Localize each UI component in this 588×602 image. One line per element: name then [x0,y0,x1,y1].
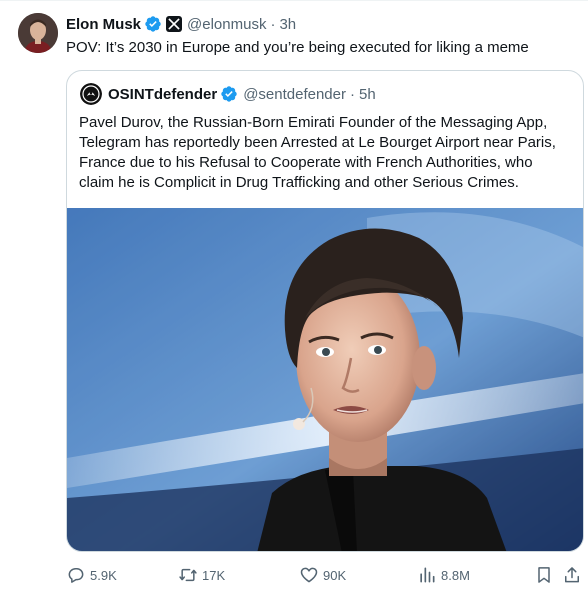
heart-icon [300,567,318,583]
quoted-tweet-header: OSINTdefender @sentdefender · 5h [108,84,376,104]
share-button[interactable] [562,563,582,587]
bookmark-button[interactable] [534,563,554,587]
repost-icon [179,568,197,582]
tweet-text: POV: It’s 2030 in Europe and you’re bein… [66,39,529,56]
osint-logo-icon [80,83,102,105]
quoted-text-line: Telegram has reportedly been Arrested at… [79,134,556,151]
quoted-tweet-text: Pavel Durov, the Russian-Born Emirati Fo… [79,113,573,193]
bookmark-icon [538,567,550,583]
reply-icon [68,568,84,583]
quoted-author-name[interactable]: OSINTdefender [108,86,217,103]
tweet[interactable]: Elon Musk @elonmusk · 3h POV: It’s 2030 … [0,0,588,602]
header-separator: · [270,15,276,33]
quoted-tweet[interactable]: OSINTdefender @sentdefender · 5h Pavel D… [66,70,584,552]
reply-button[interactable]: 5.9K [66,563,117,587]
quoted-tweet-photo[interactable] [67,208,583,551]
author-avatar[interactable] [18,13,58,53]
repost-button[interactable]: 17K [178,563,225,587]
quoted-author-avatar[interactable] [80,83,102,105]
quoted-author-handle[interactable]: @sentdefender [243,86,346,103]
author-name[interactable]: Elon Musk [66,16,141,33]
share-icon [565,567,579,583]
like-count: 90K [323,567,347,583]
views-button[interactable]: 8.8M [417,563,470,587]
quoted-text-line: claim he is Complicit in Drug Traffickin… [79,174,519,191]
portrait-photo [67,208,583,551]
like-button[interactable]: 90K [299,563,346,587]
quoted-text-line: France due to his Refusal to Cooperate w… [79,154,533,171]
tweet-timestamp[interactable]: 3h [279,16,296,33]
verified-badge-icon [220,85,238,103]
views-count: 8.8M [441,567,470,583]
repost-count: 17K [202,567,226,583]
quoted-timestamp[interactable]: 5h [359,86,376,103]
avatar-image [18,13,58,53]
quoted-text-line: Pavel Durov, the Russian-Born Emirati Fo… [79,114,548,131]
views-icon [420,567,435,583]
x-logo-icon[interactable] [166,16,183,32]
author-handle[interactable]: @elonmusk [187,16,266,33]
quoted-header-separator: · [349,85,355,103]
tweet-actions: 5.9K 17K 90K 8.8M [66,563,584,587]
tweet-header: Elon Musk @elonmusk · 3h [66,14,296,34]
reply-count: 5.9K [90,567,117,583]
verified-badge-icon [144,15,162,33]
